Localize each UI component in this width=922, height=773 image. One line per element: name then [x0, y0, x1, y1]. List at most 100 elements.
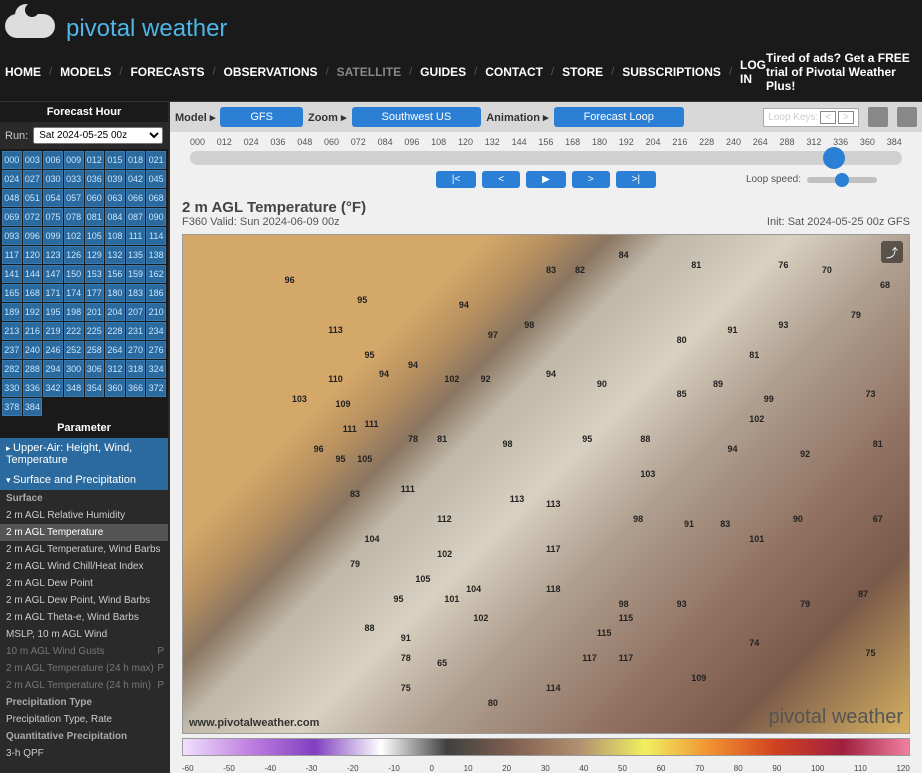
model-select[interactable]: GFS [220, 107, 303, 127]
hour-093[interactable]: 093 [2, 227, 22, 245]
hour-072[interactable]: 072 [23, 208, 43, 226]
hour-366[interactable]: 366 [126, 379, 146, 397]
hour-159[interactable]: 159 [126, 265, 146, 283]
logo[interactable]: pivotal weather [5, 8, 922, 43]
hour-330[interactable]: 330 [2, 379, 22, 397]
settings-icon[interactable] [897, 107, 917, 127]
hour-189[interactable]: 189 [2, 303, 22, 321]
hour-138[interactable]: 138 [146, 246, 166, 264]
prev-button[interactable]: < [482, 171, 520, 188]
hour-036[interactable]: 036 [85, 170, 105, 188]
hour-210[interactable]: 210 [146, 303, 166, 321]
run-select[interactable]: Sat 2024-05-25 00z [33, 127, 163, 144]
param-item[interactable]: 2 m AGL Dew Point, Wind Barbs [0, 592, 168, 609]
speed-thumb[interactable] [835, 173, 849, 187]
hour-030[interactable]: 030 [43, 170, 63, 188]
hour-198[interactable]: 198 [64, 303, 84, 321]
hour-039[interactable]: 039 [105, 170, 125, 188]
hour-183[interactable]: 183 [126, 284, 146, 302]
hour-153[interactable]: 153 [85, 265, 105, 283]
hour-045[interactable]: 045 [146, 170, 166, 188]
hour-090[interactable]: 090 [146, 208, 166, 226]
hour-231[interactable]: 231 [126, 322, 146, 340]
hour-012[interactable]: 012 [85, 151, 105, 169]
hour-129[interactable]: 129 [85, 246, 105, 264]
param-item[interactable]: 2 m AGL Theta-e, Wind Barbs [0, 609, 168, 626]
next-button[interactable]: > [572, 171, 610, 188]
hour-150[interactable]: 150 [64, 265, 84, 283]
hour-126[interactable]: 126 [64, 246, 84, 264]
loop-next-key[interactable]: > [838, 111, 854, 124]
param-item[interactable]: 2 m AGL Relative Humidity [0, 507, 168, 524]
hour-120[interactable]: 120 [23, 246, 43, 264]
hour-300[interactable]: 300 [64, 360, 84, 378]
hour-207[interactable]: 207 [126, 303, 146, 321]
nav-subscriptions[interactable]: SUBSCRIPTIONS [622, 65, 721, 79]
hour-123[interactable]: 123 [43, 246, 63, 264]
param-item[interactable]: MSLP, 10 m AGL Wind [0, 626, 168, 643]
hour-270[interactable]: 270 [126, 341, 146, 359]
hour-006[interactable]: 006 [43, 151, 63, 169]
hour-162[interactable]: 162 [146, 265, 166, 283]
promo-link[interactable]: Tired of ads? Get a FREE trial of Pivota… [766, 51, 917, 93]
param-item[interactable]: Precipitation Type, Rate [0, 711, 168, 728]
param-cat-surface[interactable]: Surface and Precipitation [0, 470, 168, 490]
hour-063[interactable]: 063 [105, 189, 125, 207]
nav-forecasts[interactable]: FORECASTS [130, 65, 204, 79]
last-button[interactable]: >| [616, 171, 656, 188]
hour-372[interactable]: 372 [146, 379, 166, 397]
hour-144[interactable]: 144 [23, 265, 43, 283]
hour-228[interactable]: 228 [105, 322, 125, 340]
nav-home[interactable]: HOME [5, 65, 41, 79]
hour-312[interactable]: 312 [105, 360, 125, 378]
hour-102[interactable]: 102 [64, 227, 84, 245]
hour-216[interactable]: 216 [23, 322, 43, 340]
hour-048[interactable]: 048 [2, 189, 22, 207]
hour-114[interactable]: 114 [146, 227, 166, 245]
hour-057[interactable]: 057 [64, 189, 84, 207]
hour-246[interactable]: 246 [43, 341, 63, 359]
hour-075[interactable]: 075 [43, 208, 63, 226]
hour-060[interactable]: 060 [85, 189, 105, 207]
hour-027[interactable]: 027 [23, 170, 43, 188]
hour-237[interactable]: 237 [2, 341, 22, 359]
nav-contact[interactable]: CONTACT [485, 65, 543, 79]
play-button[interactable]: ▶ [526, 171, 566, 188]
hour-087[interactable]: 087 [126, 208, 146, 226]
hour-384[interactable]: 384 [23, 398, 43, 416]
param-item[interactable]: 2 m AGL Wind Chill/Heat Index [0, 558, 168, 575]
hour-135[interactable]: 135 [126, 246, 146, 264]
hour-336[interactable]: 336 [23, 379, 43, 397]
nav-log-in[interactable]: LOG IN [740, 58, 766, 86]
hour-096[interactable]: 096 [23, 227, 43, 245]
grid-icon[interactable] [868, 107, 888, 127]
hour-201[interactable]: 201 [85, 303, 105, 321]
timeline-thumb[interactable] [823, 147, 845, 169]
hour-054[interactable]: 054 [43, 189, 63, 207]
hour-252[interactable]: 252 [64, 341, 84, 359]
hour-108[interactable]: 108 [105, 227, 125, 245]
hour-141[interactable]: 141 [2, 265, 22, 283]
hour-306[interactable]: 306 [85, 360, 105, 378]
weather-map[interactable]: ⤴ www.pivotalweather.com pivotal weather… [182, 234, 910, 734]
hour-033[interactable]: 033 [64, 170, 84, 188]
hour-174[interactable]: 174 [64, 284, 84, 302]
hour-294[interactable]: 294 [43, 360, 63, 378]
nav-observations[interactable]: OBSERVATIONS [224, 65, 318, 79]
hour-021[interactable]: 021 [146, 151, 166, 169]
hour-288[interactable]: 288 [23, 360, 43, 378]
loop-prev-key[interactable]: < [820, 111, 836, 124]
hour-213[interactable]: 213 [2, 322, 22, 340]
hour-051[interactable]: 051 [23, 189, 43, 207]
hour-003[interactable]: 003 [23, 151, 43, 169]
hour-069[interactable]: 069 [2, 208, 22, 226]
hour-378[interactable]: 378 [2, 398, 22, 416]
hour-318[interactable]: 318 [126, 360, 146, 378]
hour-111[interactable]: 111 [126, 227, 146, 245]
hour-264[interactable]: 264 [105, 341, 125, 359]
hour-147[interactable]: 147 [43, 265, 63, 283]
speed-slider[interactable] [807, 177, 877, 183]
hour-219[interactable]: 219 [43, 322, 63, 340]
zoom-select[interactable]: Southwest US [352, 107, 482, 127]
hour-282[interactable]: 282 [2, 360, 22, 378]
